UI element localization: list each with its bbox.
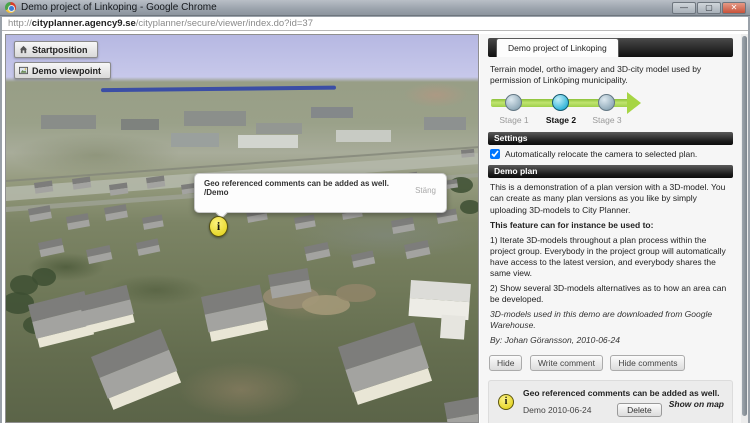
stage-2-dot[interactable] xyxy=(552,94,569,112)
comment-card: i Geo referenced comments can be added a… xyxy=(488,380,733,423)
byline: By: Johan Göransson, 2010-06-24 xyxy=(490,335,620,345)
geo-comment-marker-icon[interactable]: i xyxy=(209,216,228,237)
demo-plan-p5: 3D-models used in this demo are download… xyxy=(490,308,713,330)
terrain-scene xyxy=(6,85,478,422)
delete-comment-button[interactable]: Delete xyxy=(617,403,662,418)
window-title: Demo project of Linkoping - Google Chrom… xyxy=(21,2,217,13)
url-prefix: http:// xyxy=(8,18,32,29)
demo-plan-p3: 1) Iterate 3D-models throughout a plan p… xyxy=(490,234,726,278)
settings-header: Settings xyxy=(488,132,733,146)
stage-progress: Stage 1 Stage 2 Stage 3 xyxy=(488,92,733,128)
relocate-camera-checkbox[interactable] xyxy=(490,149,500,160)
relocate-camera-label: Automatically relocate the camera to sel… xyxy=(505,149,698,160)
demo-plan-p1: This is a demonstration of a plan versio… xyxy=(490,182,726,215)
3d-viewport[interactable]: Startposition Demo viewpoint Geo referen… xyxy=(5,34,479,423)
address-bar[interactable]: http://cityplanner.agency9.se/cityplanne… xyxy=(2,17,748,31)
comment-meta: Demo 2010-06-24 xyxy=(523,405,592,416)
sidebar-tabbar: Demo project of Linkoping xyxy=(488,38,733,57)
sidebar-scrollbar[interactable] xyxy=(741,34,748,423)
popup-text: Geo referenced comments can be added as … xyxy=(204,179,389,188)
home-icon xyxy=(19,45,28,54)
scrollbar-thumb[interactable] xyxy=(742,36,747,416)
demo-viewpoint-label: Demo viewpoint xyxy=(32,65,102,76)
demo-plan-header: Demo plan xyxy=(488,165,733,179)
stage-2-label[interactable]: Stage 2 xyxy=(546,115,576,125)
write-comment-button[interactable]: Write comment xyxy=(529,355,603,372)
minimize-button[interactable]: — xyxy=(672,2,696,14)
stage-3-label[interactable]: Stage 3 xyxy=(592,115,621,125)
popup-author: /Demo xyxy=(204,188,229,197)
project-sidebar: Demo project of Linkoping Terrain model,… xyxy=(480,34,741,423)
window-titlebar[interactable]: Demo project of Linkoping - Google Chrom… xyxy=(0,0,750,16)
hide-button[interactable]: Hide xyxy=(489,355,523,372)
popup-close-link[interactable]: Stäng xyxy=(415,186,436,195)
viewpoint-photo-icon xyxy=(19,66,28,75)
demo-plan-p4: 2) Show several 3D-models alternatives a… xyxy=(490,282,727,304)
close-button[interactable]: ✕ xyxy=(722,2,746,14)
demo-viewpoint-button[interactable]: Demo viewpoint xyxy=(14,62,112,79)
url-path: /cityplanner/secure/viewer/index.do?id=3… xyxy=(135,18,313,29)
stage-1-label[interactable]: Stage 1 xyxy=(499,115,528,125)
startposition-label: Startposition xyxy=(32,44,88,55)
tab-demo-project[interactable]: Demo project of Linkoping xyxy=(496,38,619,57)
browser-window: Demo project of Linkoping - Google Chrom… xyxy=(0,0,750,423)
chrome-logo-icon xyxy=(5,2,16,13)
geo-comment-popup: Geo referenced comments can be added as … xyxy=(194,173,447,219)
stage-1-dot[interactable] xyxy=(505,94,522,112)
hide-comments-button[interactable]: Hide comments xyxy=(610,355,686,372)
url-domain: cityplanner.agency9.se xyxy=(31,18,136,29)
comment-text: Geo referenced comments can be added as … xyxy=(523,388,720,399)
stage-3-dot[interactable] xyxy=(598,94,615,112)
maximize-button[interactable]: ▢ xyxy=(697,2,721,14)
page-content: Startposition Demo viewpoint Geo referen… xyxy=(2,31,748,423)
startposition-button[interactable]: Startposition xyxy=(14,41,98,58)
comment-info-icon: i xyxy=(498,394,514,411)
stage-arrow-head-icon xyxy=(627,92,641,115)
demo-plan-p2: This feature can for instance be used to… xyxy=(490,219,654,230)
project-description: Terrain model, ortho imagery and 3D-city… xyxy=(490,64,702,86)
show-on-map-link[interactable]: Show on map xyxy=(669,399,724,409)
